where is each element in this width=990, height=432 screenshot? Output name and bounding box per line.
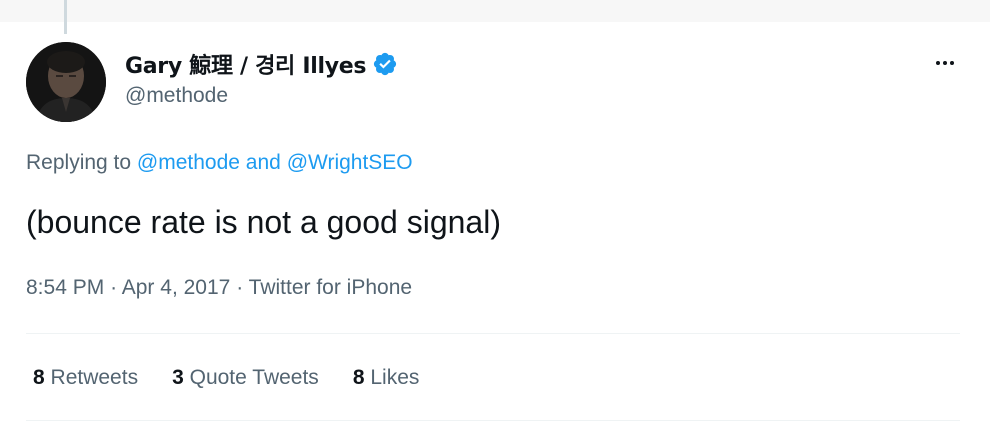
avatar[interactable]	[26, 42, 106, 122]
tweet-time[interactable]: 8:54 PM	[26, 276, 104, 299]
avatar-image	[26, 42, 106, 122]
divider	[26, 333, 960, 334]
tweet-date[interactable]: Apr 4, 2017	[122, 276, 231, 299]
tweet-meta: 8:54 PM · Apr 4, 2017 · Twitter for iPho…	[26, 276, 412, 300]
author-handle[interactable]: @methode	[125, 84, 228, 108]
retweets-label: Retweets	[50, 366, 139, 389]
meta-separator: ·	[236, 276, 244, 299]
author-display-name[interactable]: Gary 鯨理 / 경리 Illyes	[125, 48, 366, 80]
engagement-stats: 8 Retweets 3 Quote Tweets 8 Likes	[33, 366, 419, 390]
quote-tweets-label: Quote Tweets	[189, 366, 319, 389]
replying-to-prefix: Replying to	[26, 151, 132, 174]
quote-tweets-stat[interactable]: 3 Quote Tweets	[172, 366, 319, 390]
tweet-source[interactable]: Twitter for iPhone	[249, 276, 412, 299]
mention-wrightseo-link[interactable]: @WrightSEO	[287, 151, 413, 174]
previous-tweet-area	[0, 0, 990, 22]
dot	[950, 61, 954, 65]
more-options-icon[interactable]	[927, 50, 963, 76]
meta-separator: ·	[110, 276, 118, 299]
mention-conjunction[interactable]: and	[246, 151, 281, 174]
tweet-text: (bounce rate is not a good signal)	[26, 204, 501, 240]
author-name-row: Gary 鯨理 / 경리 Illyes	[125, 48, 398, 80]
replying-to-line: Replying to @methode and @WrightSEO	[26, 151, 413, 175]
verified-badge-icon	[372, 51, 398, 77]
likes-stat[interactable]: 8 Likes	[353, 366, 420, 390]
quote-tweets-count: 3	[172, 366, 184, 389]
mention-methode-link[interactable]: @methode	[137, 151, 240, 174]
dot	[943, 61, 947, 65]
likes-label: Likes	[370, 366, 420, 389]
thread-connector-line	[64, 0, 67, 34]
dot	[936, 61, 940, 65]
likes-count: 8	[352, 366, 365, 389]
retweets-count: 8	[33, 366, 45, 389]
retweets-stat[interactable]: 8 Retweets	[33, 366, 138, 390]
divider	[26, 420, 960, 421]
